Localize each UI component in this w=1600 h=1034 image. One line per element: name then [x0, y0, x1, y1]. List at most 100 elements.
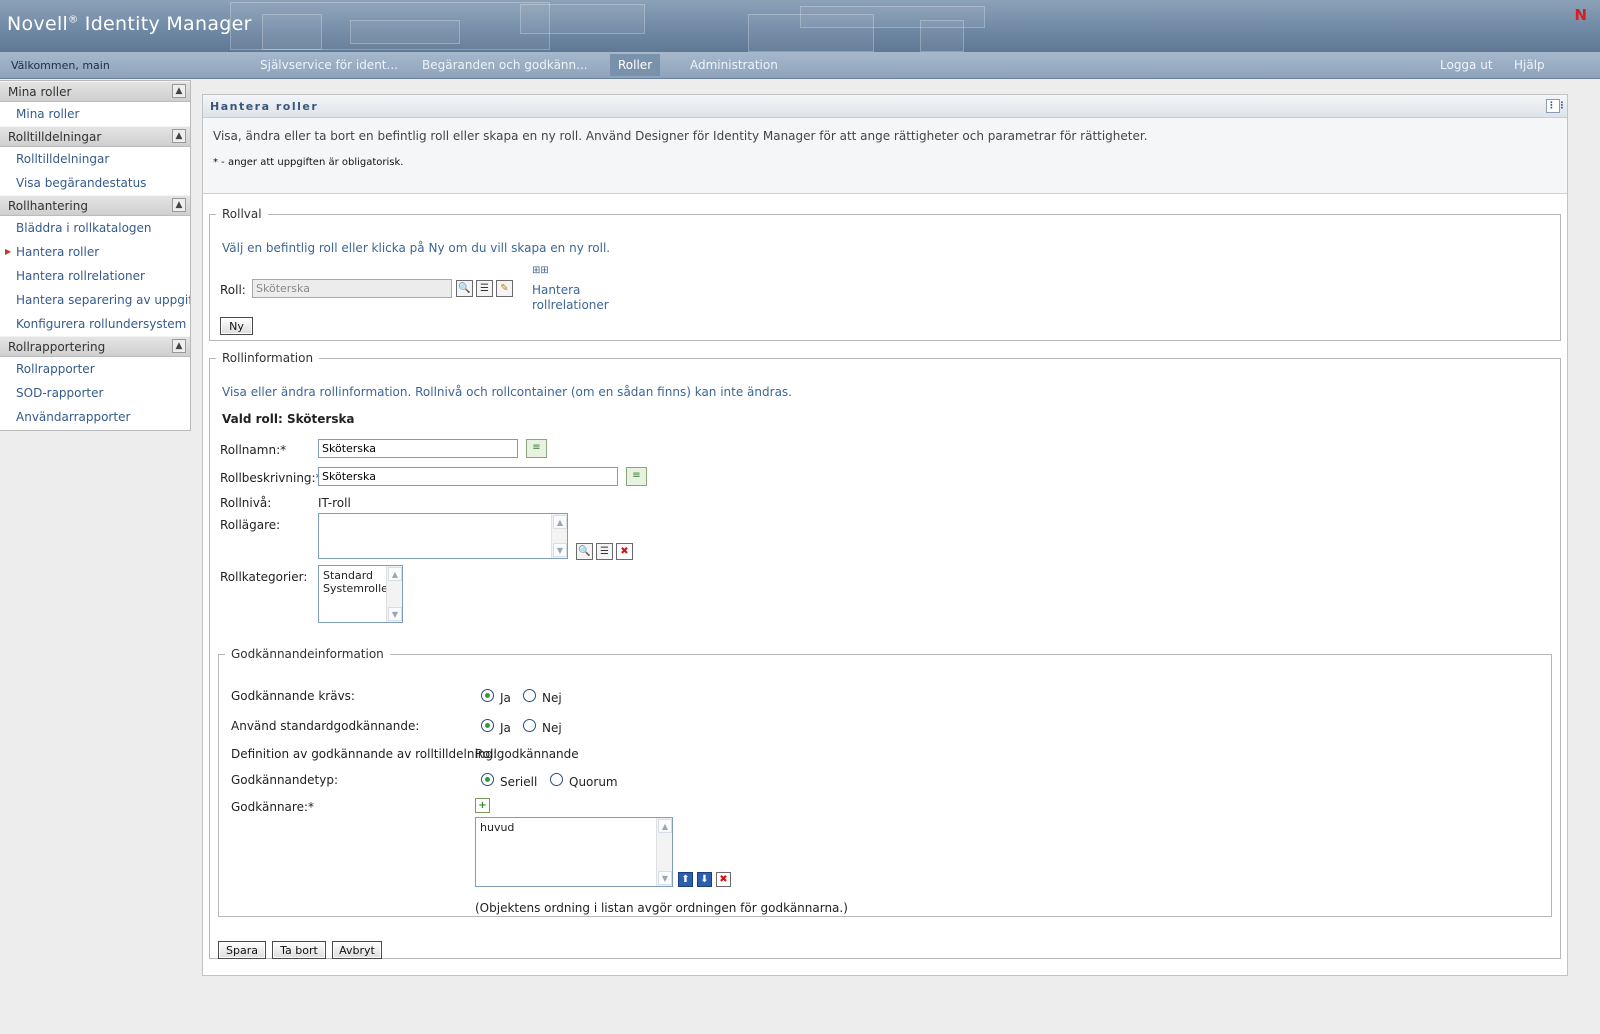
radio-label: Quorum: [569, 775, 618, 789]
approval-required-label: Godkännande krävs:: [231, 689, 355, 703]
sidebar-item-manage-roles[interactable]: ▶ Hantera roller: [0, 240, 190, 264]
approval-type-label: Godkännandetyp:: [231, 773, 338, 787]
approval-required-yes-radio[interactable]: [481, 689, 494, 702]
help-link[interactable]: Hjälp: [1506, 52, 1553, 79]
approvers-list[interactable]: huvud ▲ ▼: [475, 817, 673, 887]
header-decoration: [520, 4, 645, 34]
page-title-text: Hantera roller: [210, 100, 319, 113]
scroll-down-icon[interactable]: ▼: [553, 543, 567, 557]
default-approval-no-radio[interactable]: [523, 719, 536, 732]
tab-administration[interactable]: Administration: [682, 52, 786, 79]
move-down-icon[interactable]: ⬇: [697, 872, 712, 887]
approval-type-quorum-radio[interactable]: [550, 773, 563, 786]
scrollbar[interactable]: ▲ ▼: [386, 566, 402, 622]
default-approval-label: Använd standardgodkännande:: [231, 719, 420, 733]
collapse-icon[interactable]: ▲: [172, 129, 186, 143]
sidebar-item-configure-subsystem[interactable]: Konfigurera rollundersystem: [0, 312, 190, 336]
tab-roles[interactable]: Roller: [610, 54, 661, 76]
sidebar-item-my-roles[interactable]: Mina roller: [0, 102, 190, 126]
approval-definition-label: Definition av godkännande av rolltilldel…: [231, 747, 498, 761]
sidebar-item-browse-catalog[interactable]: Bläddra i rollkatalogen: [0, 216, 190, 240]
header-decoration: [262, 14, 322, 50]
clear-icon[interactable]: ✖: [616, 543, 633, 560]
role-input[interactable]: [252, 279, 452, 298]
role-info-fieldset: Rollinformation Visa eller ändra rollinf…: [209, 351, 1561, 959]
app-header: Novell® Identity Manager N: [0, 0, 1600, 52]
role-info-hint: Visa eller ändra rollinformation. Rollni…: [222, 385, 792, 399]
sidebar-item-sod-reports[interactable]: SOD-rapporter: [0, 381, 190, 405]
sidebar-item-label: Hantera roller: [16, 245, 100, 259]
scroll-down-icon[interactable]: ▼: [388, 607, 402, 621]
approval-info-fieldset: Godkännandeinformation Godkännande krävs…: [218, 647, 1552, 917]
sidebar-item-manage-relations[interactable]: Hantera rollrelationer: [0, 264, 190, 288]
role-selection-fieldset: Rollval Välj en befintlig roll eller kli…: [209, 207, 1561, 341]
section-title: Mina roller: [8, 85, 72, 99]
role-owner-list[interactable]: ▲ ▼: [318, 513, 568, 559]
main-panel: Hantera roller ⋮⋮ Visa, ändra eller ta b…: [202, 94, 1568, 976]
sidebar-item-user-reports[interactable]: Användarrapporter: [0, 405, 190, 429]
role-owner-label: Rollägare:: [220, 518, 281, 532]
localize-text-icon[interactable]: ≡: [526, 439, 547, 458]
localize-text-icon[interactable]: ≡: [626, 467, 647, 486]
radio-label: Nej: [542, 721, 562, 735]
history-list-icon[interactable]: ☰: [476, 280, 493, 297]
collapse-icon[interactable]: ▲: [172, 339, 186, 353]
delete-button[interactable]: Ta bort: [272, 941, 326, 959]
scrollbar[interactable]: ▲ ▼: [551, 514, 567, 558]
sidebar-section-my-roles[interactable]: Mina roller ▲: [0, 81, 190, 102]
role-description-input[interactable]: [318, 467, 618, 486]
description-area: Visa, ändra eller ta bort en befintlig r…: [203, 118, 1567, 194]
sidebar-item-manage-sod[interactable]: Hantera separering av uppgifter: [0, 288, 190, 312]
required-note: * - anger att uppgiften är obligatorisk.: [213, 157, 404, 168]
search-icon[interactable]: 🔍: [456, 280, 473, 297]
search-icon[interactable]: 🔍: [576, 543, 593, 560]
app-logo: Novell® Identity Manager: [7, 13, 252, 35]
scrollbar[interactable]: ▲ ▼: [656, 818, 672, 886]
sidebar-section-role-management[interactable]: Rollhantering ▲: [0, 195, 190, 216]
role-description-label: Rollbeskrivning:*: [220, 471, 322, 485]
move-up-icon[interactable]: ⬆: [678, 872, 693, 887]
novell-n-logo: N: [1574, 6, 1587, 24]
welcome-text: Välkommen, main: [11, 59, 110, 72]
sidebar-item-role-assignments[interactable]: Rolltilldelningar: [0, 147, 190, 171]
approval-type-serial-radio[interactable]: [481, 773, 494, 786]
radio-label: Nej: [542, 691, 562, 705]
list-item[interactable]: huvud: [480, 821, 668, 834]
default-approval-yes-radio[interactable]: [481, 719, 494, 732]
role-relations-icon: ⊞⊞: [532, 265, 549, 276]
section-title: Rollhantering: [8, 199, 88, 213]
approval-info-legend: Godkännandeinformation: [231, 647, 384, 661]
approvers-label: Godkännare:*: [231, 800, 315, 814]
sidebar-section-role-reporting[interactable]: Rollrapportering ▲: [0, 336, 190, 357]
tab-requests-approvals[interactable]: Begäranden och godkänn...: [414, 52, 596, 79]
scroll-up-icon[interactable]: ▲: [388, 567, 402, 581]
role-categories-list[interactable]: Standard Systemroller ▲ ▼: [318, 565, 403, 623]
page-title: Hantera roller ⋮⋮: [203, 95, 1567, 118]
sidebar-item-request-status[interactable]: Visa begärandestatus: [0, 171, 190, 195]
collapse-icon[interactable]: ▲: [172, 198, 186, 212]
cancel-button[interactable]: Avbryt: [332, 941, 382, 959]
layout-grid-icon[interactable]: ⋮⋮: [1546, 99, 1567, 113]
link-line: rollrelationer: [532, 298, 609, 312]
scroll-up-icon[interactable]: ▲: [553, 515, 567, 529]
add-approver-icon[interactable]: +: [475, 798, 490, 813]
new-role-button[interactable]: Ny: [220, 317, 253, 335]
save-button[interactable]: Spara: [218, 941, 266, 959]
approval-required-no-radio[interactable]: [523, 689, 536, 702]
manage-role-relations-link[interactable]: Hantera rollrelationer: [532, 283, 609, 313]
scroll-up-icon[interactable]: ▲: [658, 819, 672, 833]
edit-icon[interactable]: ✎: [496, 280, 513, 297]
history-list-icon[interactable]: ☰: [596, 543, 613, 560]
tab-self-service[interactable]: Självservice för ident...: [252, 52, 406, 79]
logout-link[interactable]: Logga ut: [1432, 52, 1501, 79]
sidebar-section-role-assignments[interactable]: Rolltilldelningar ▲: [0, 126, 190, 147]
scroll-down-icon[interactable]: ▼: [658, 871, 672, 885]
role-label: Roll:: [220, 283, 246, 297]
role-name-input[interactable]: [318, 439, 518, 458]
sidebar-item-role-reports[interactable]: Rollrapporter: [0, 357, 190, 381]
collapse-icon[interactable]: ▲: [172, 84, 186, 98]
role-name-label: Rollnamn:*: [220, 443, 287, 457]
top-nav: Välkommen, main Självservice för ident..…: [0, 52, 1600, 79]
remove-approver-icon[interactable]: ✖: [716, 872, 731, 887]
role-level-value: IT-roll: [318, 496, 351, 510]
